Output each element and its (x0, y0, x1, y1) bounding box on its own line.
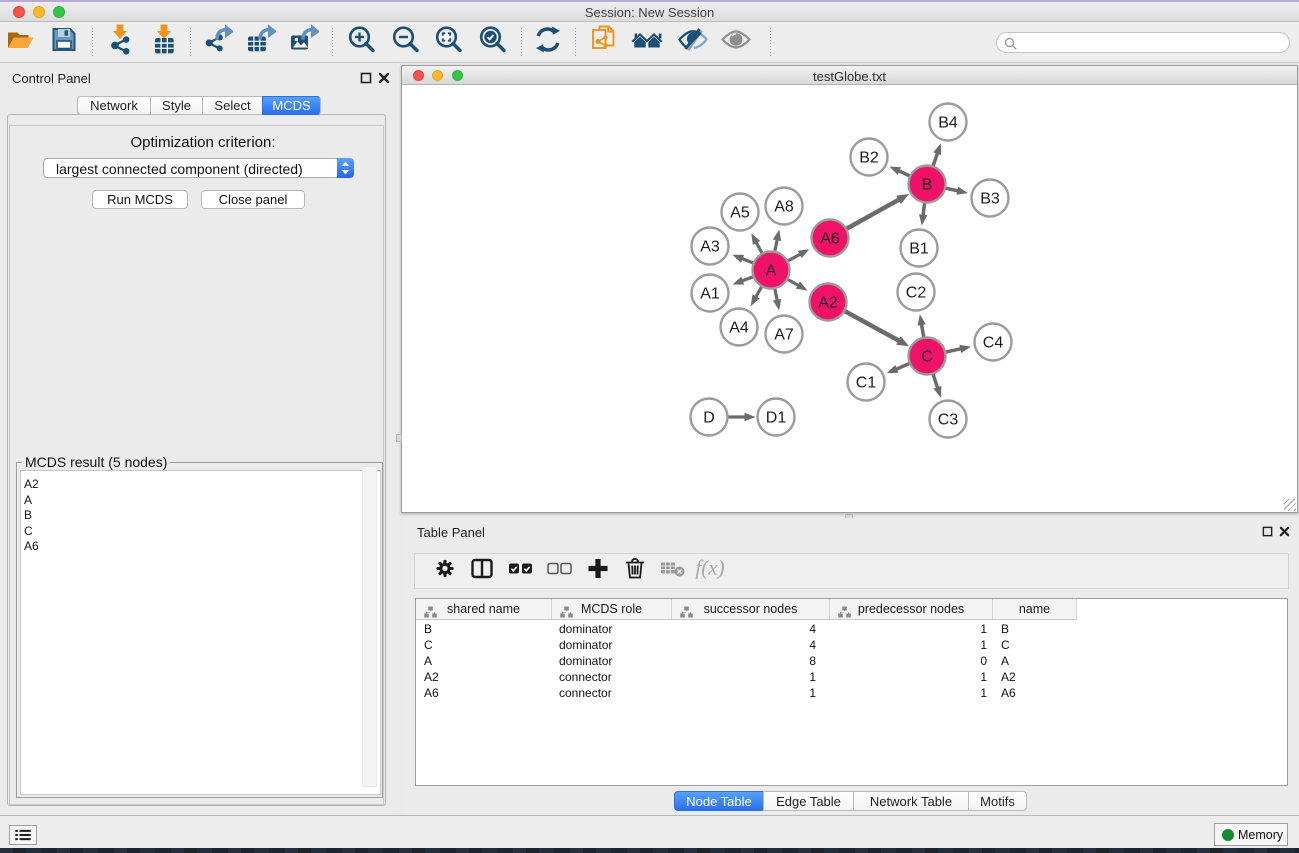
svg-text:B1: B1 (909, 241, 929, 258)
svg-text:B3: B3 (980, 191, 1000, 208)
svg-text:C2: C2 (906, 285, 927, 302)
svg-text:B: B (922, 177, 933, 194)
svg-text:C4: C4 (983, 335, 1004, 352)
svg-text:C1: C1 (856, 375, 877, 392)
svg-text:A4: A4 (729, 320, 749, 337)
svg-text:B4: B4 (938, 115, 958, 132)
svg-text:A: A (766, 263, 777, 280)
svg-text:D1: D1 (766, 410, 787, 427)
svg-text:A6: A6 (820, 231, 840, 248)
svg-text:C: C (921, 349, 933, 366)
svg-text:B2: B2 (859, 150, 879, 167)
svg-text:A2: A2 (818, 295, 838, 312)
svg-text:A3: A3 (700, 239, 720, 256)
svg-text:A1: A1 (700, 286, 720, 303)
svg-text:D: D (703, 410, 715, 427)
svg-text:C3: C3 (938, 412, 959, 429)
svg-text:A7: A7 (774, 327, 794, 344)
svg-text:A8: A8 (774, 199, 794, 216)
svg-text:A5: A5 (730, 205, 750, 222)
